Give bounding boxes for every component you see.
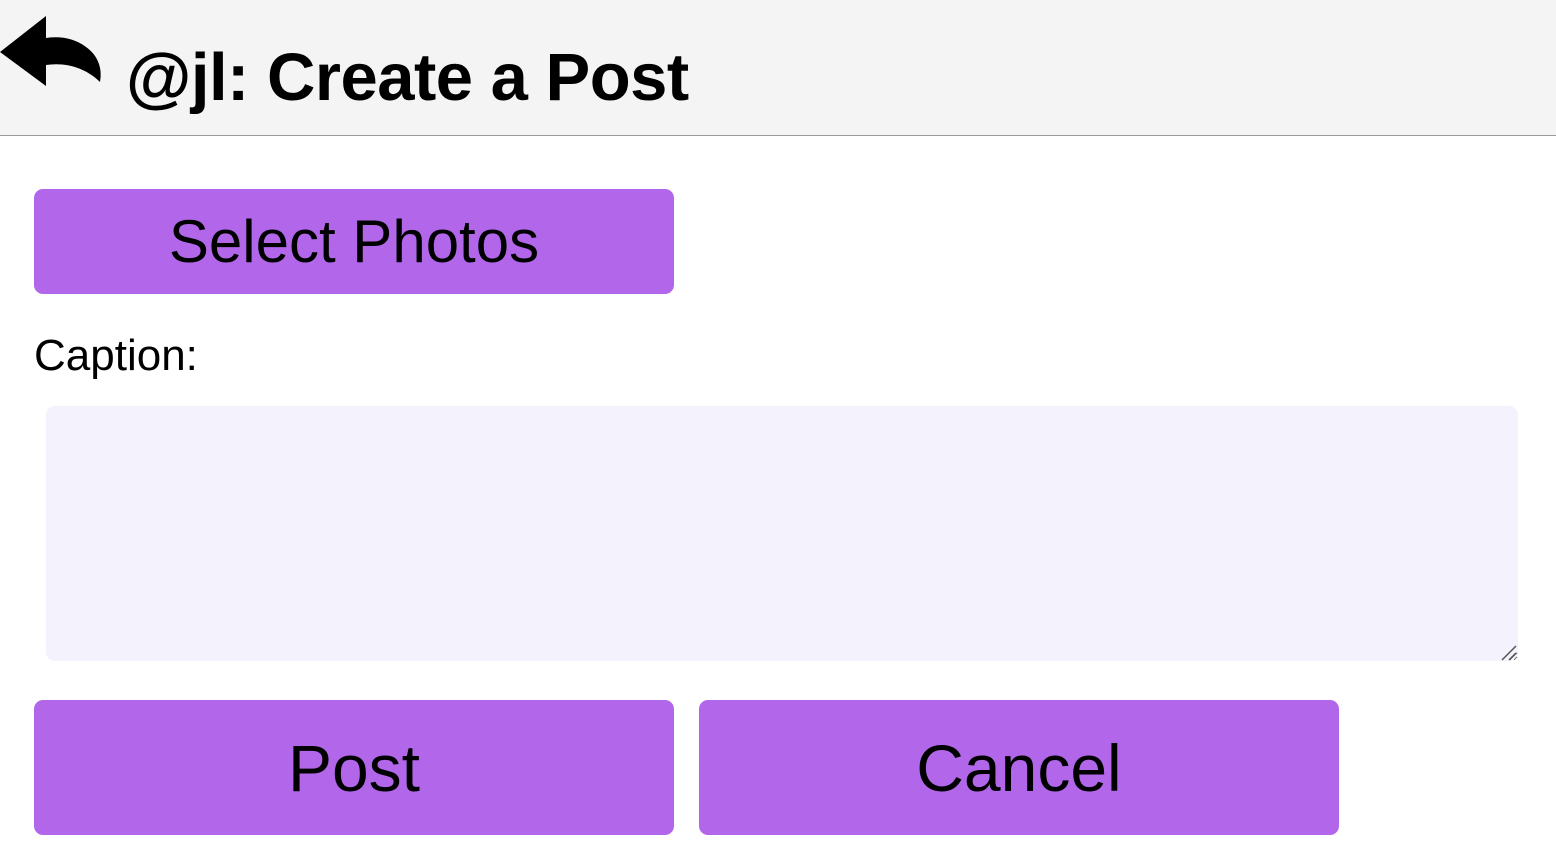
page-title: @jl: Create a Post: [126, 40, 689, 115]
top-bar: @jl: Create a Post: [0, 0, 1556, 136]
reply-arrow-icon: [0, 16, 101, 86]
select-photos-button[interactable]: Select Photos: [34, 189, 674, 294]
cancel-button[interactable]: Cancel: [699, 700, 1339, 835]
back-button[interactable]: [0, 14, 106, 90]
caption-label: Caption:: [34, 331, 198, 380]
post-button[interactable]: Post: [34, 700, 674, 835]
caption-input[interactable]: [46, 406, 1518, 661]
